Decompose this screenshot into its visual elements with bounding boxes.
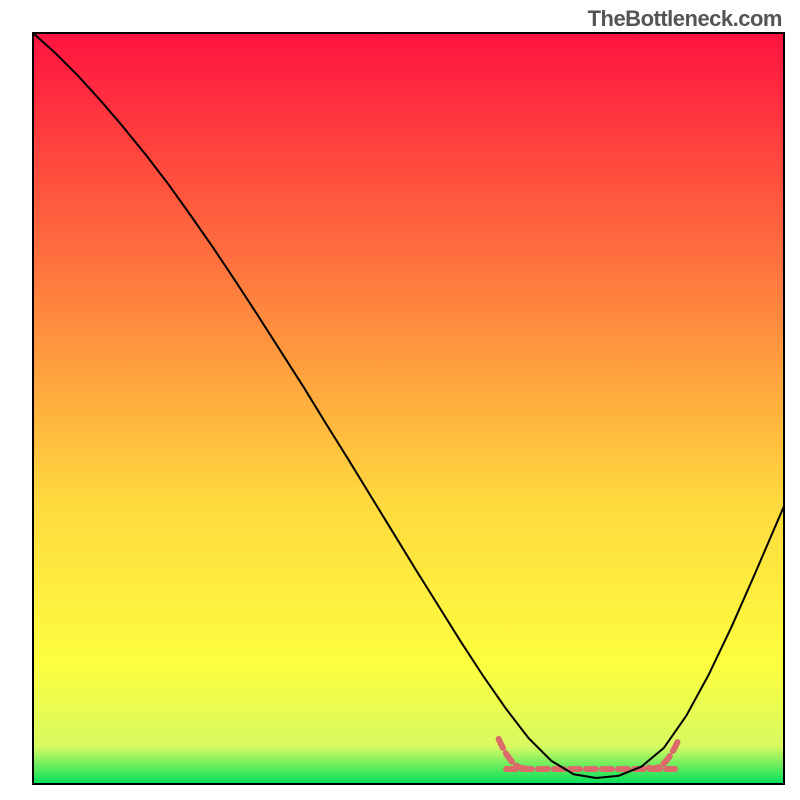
chart-container: TheBottleneck.com [0,0,800,800]
plot-background [33,33,784,784]
watermark-text: TheBottleneck.com [588,6,782,32]
chart-svg [0,0,800,800]
